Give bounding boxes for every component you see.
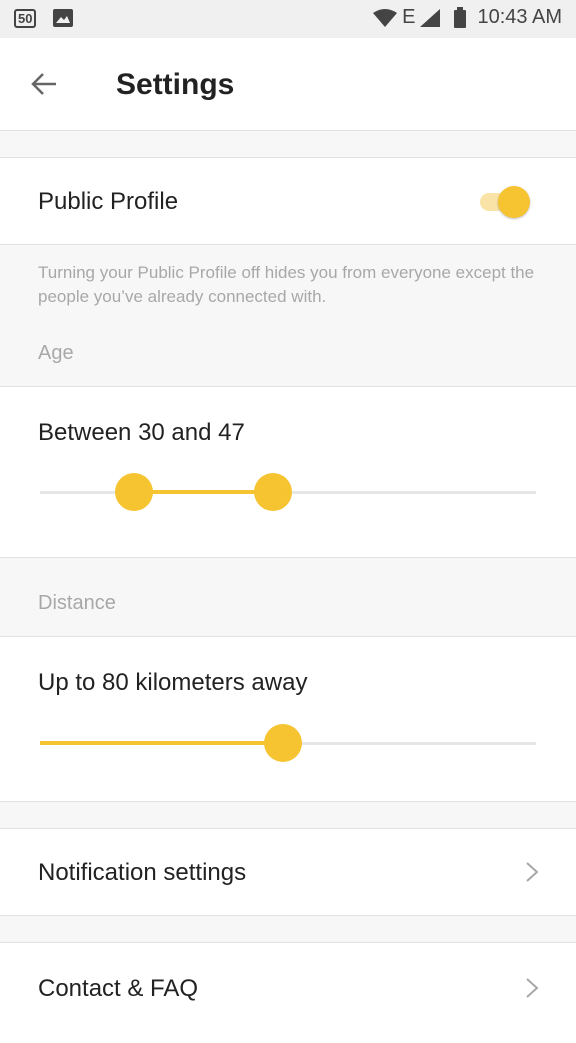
chevron-right-icon — [526, 978, 539, 998]
status-bar: 50 E 10:43 AM — [0, 0, 576, 38]
age-section-label: Age — [38, 342, 74, 364]
app-bar: Settings — [0, 38, 576, 131]
age-min-handle[interactable] — [115, 473, 154, 511]
signal-icon — [420, 8, 441, 27]
status-time: 10:43 AM — [477, 6, 562, 28]
distance-section-label: Distance — [38, 592, 116, 614]
notification-settings-label: Notification settings — [38, 859, 247, 886]
slider-fill — [40, 741, 284, 745]
battery-icon — [454, 6, 467, 28]
public-profile-label: Public Profile — [38, 188, 179, 215]
back-button[interactable] — [26, 66, 62, 102]
distance-value-text: Up to 80 kilometers away — [38, 669, 308, 696]
slider-fill — [134, 490, 274, 494]
public-profile-row[interactable]: Public Profile — [0, 157, 576, 245]
age-value-text: Between 30 and 47 — [38, 419, 245, 446]
public-profile-hint: Turning your Public Profile off hides yo… — [38, 263, 535, 306]
wifi-icon — [373, 8, 398, 27]
distance-slider[interactable] — [40, 723, 536, 763]
age-card: Between 30 and 47 — [0, 386, 576, 558]
status-badge: 50 — [14, 8, 37, 28]
notification-settings-row[interactable]: Notification settings — [0, 828, 576, 916]
page-title: Settings — [116, 68, 235, 101]
contact-faq-label: Contact & FAQ — [38, 975, 199, 1002]
public-profile-toggle[interactable] — [480, 183, 536, 219]
image-icon — [53, 9, 74, 27]
distance-handle[interactable] — [264, 724, 303, 762]
age-range-slider[interactable] — [40, 472, 536, 512]
arrow-left-icon — [31, 73, 56, 95]
age-max-handle[interactable] — [254, 473, 293, 511]
toggle-thumb — [498, 186, 530, 218]
chevron-right-icon — [526, 862, 539, 882]
contact-faq-row[interactable]: Contact & FAQ — [0, 942, 576, 1043]
network-type: E — [402, 6, 416, 28]
distance-card: Up to 80 kilometers away — [0, 636, 576, 802]
